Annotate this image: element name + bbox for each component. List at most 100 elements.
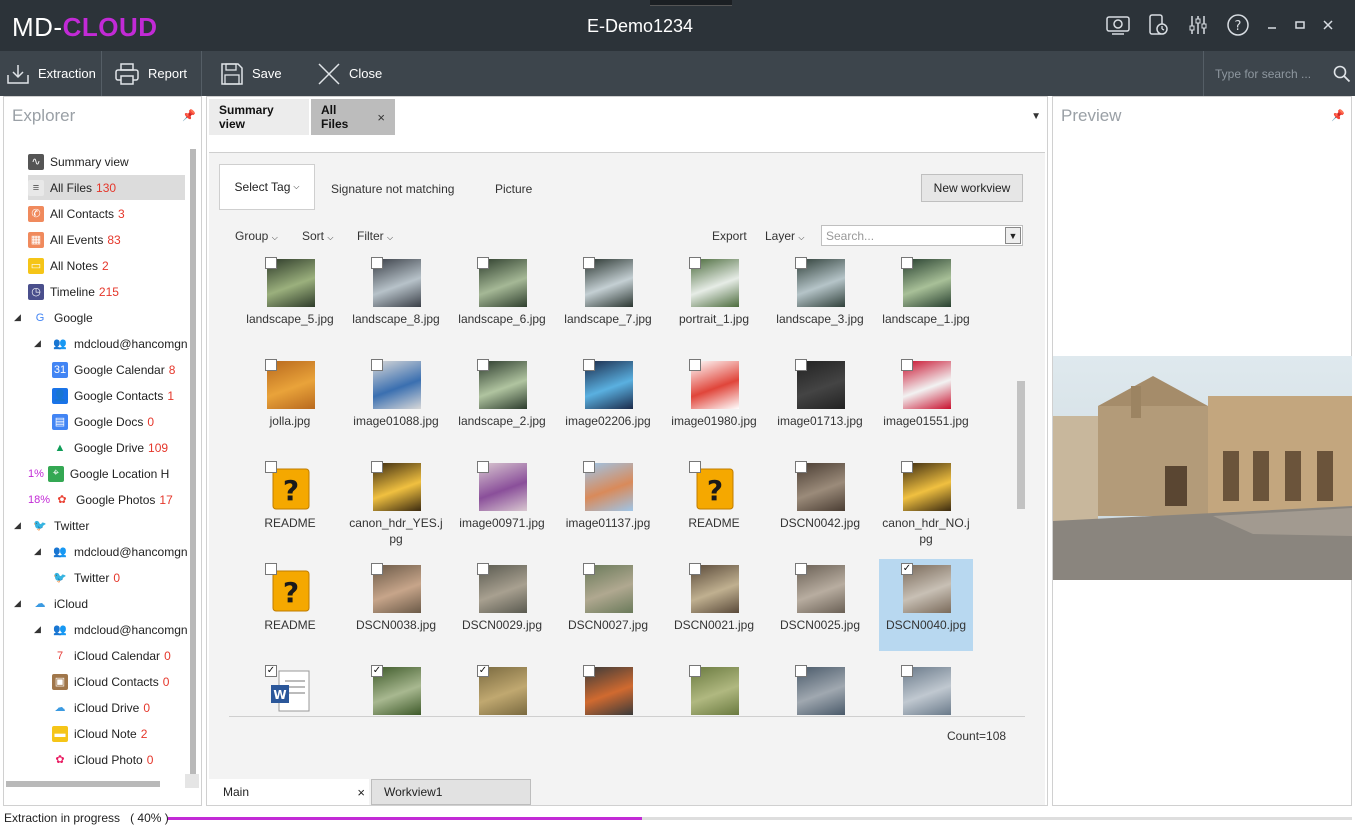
new-workview-button[interactable]: New workview <box>921 174 1023 202</box>
file-thumbnail[interactable]: DSCN0038.jpg <box>349 559 443 651</box>
file-thumbnail[interactable]: DSCN0029.jpg <box>455 559 549 651</box>
sidebar-item-icloud-drive[interactable]: ☁ iCloud Drive 0 <box>52 695 190 720</box>
file-thumbnail[interactable]: image01088.jpg <box>349 355 443 447</box>
select-tag-dropdown[interactable]: Select Tag ⌵ <box>219 164 315 210</box>
select-checkbox[interactable] <box>371 563 383 575</box>
file-thumbnail[interactable]: landscape_7.jpg <box>561 253 655 345</box>
close-icon[interactable] <box>1321 12 1335 38</box>
tab-summary-view[interactable]: Summary view <box>209 99 309 135</box>
device-clock-icon[interactable] <box>1145 12 1171 38</box>
export-button[interactable]: Export <box>712 229 747 243</box>
file-thumbnail[interactable]: image01137.jpg <box>561 457 655 549</box>
chevron-down-icon[interactable]: ▼ <box>1005 227 1021 244</box>
file-thumbnail[interactable]: DSCN0042.jpg <box>773 457 867 549</box>
file-thumbnail[interactable]: ? README <box>243 559 337 651</box>
file-thumbnail[interactable]: image00971.jpg <box>455 457 549 549</box>
select-checkbox[interactable] <box>583 359 595 371</box>
sidebar-item-google-photos[interactable]: 18% ✿ Google Photos 17 <box>28 487 190 512</box>
select-checkbox[interactable] <box>265 257 277 269</box>
select-checkbox[interactable] <box>371 359 383 371</box>
tabs-dropdown-icon[interactable]: ▼ <box>1031 111 1041 122</box>
sidebar-item-google[interactable]: ◢ G Google <box>14 305 190 330</box>
select-checkbox[interactable]: ✓ <box>265 665 277 677</box>
extraction-button[interactable]: Extraction <box>6 51 96 96</box>
file-thumbnail[interactable]: portrait_1.jpg <box>667 253 761 345</box>
sidebar-item-google-drive[interactable]: ▲ Google Drive 109 <box>52 435 190 460</box>
tab-all-files[interactable]: All Files × <box>311 99 395 135</box>
group-dropdown[interactable]: Group ⌵ <box>235 229 278 243</box>
select-checkbox[interactable] <box>901 461 913 473</box>
select-checkbox[interactable] <box>265 563 277 575</box>
file-thumbnail[interactable]: image02206.jpg <box>561 355 655 447</box>
file-thumbnail[interactable]: landscape_5.jpg <box>243 253 337 345</box>
select-checkbox[interactable] <box>689 563 701 575</box>
tab-close-icon[interactable]: × <box>377 110 385 125</box>
select-checkbox[interactable] <box>477 257 489 269</box>
file-thumbnail[interactable]: ? README <box>667 457 761 549</box>
drag-grip[interactable] <box>650 0 732 6</box>
select-checkbox[interactable] <box>477 461 489 473</box>
explorer-horizontal-scrollbar[interactable] <box>6 781 160 787</box>
file-thumbnail[interactable]: image01551.jpg <box>879 355 973 447</box>
tab-main[interactable]: Main × <box>209 779 369 805</box>
select-checkbox[interactable] <box>689 665 701 677</box>
grid-vertical-scrollbar[interactable] <box>1017 381 1025 509</box>
select-checkbox[interactable] <box>477 563 489 575</box>
sidebar-item-mdcloud-hancomgn[interactable]: ◢ 👥 mdcloud@hancomgn <box>34 617 190 642</box>
select-checkbox[interactable] <box>795 359 807 371</box>
search-icon[interactable] <box>1333 65 1351 83</box>
sidebar-item-icloud[interactable]: ◢ ☁ iCloud <box>14 591 190 616</box>
file-thumbnail[interactable]: landscape_3.jpg <box>773 253 867 345</box>
file-thumbnail[interactable]: landscape_6.jpg <box>455 253 549 345</box>
sidebar-item-all-events[interactable]: ▦ All Events 83 <box>28 227 190 252</box>
sidebar-item-icloud-photo[interactable]: ✿ iCloud Photo 0 <box>52 747 190 769</box>
select-checkbox[interactable] <box>795 461 807 473</box>
sidebar-item-google-location-h[interactable]: 1% ⌖ Google Location H <box>28 461 190 486</box>
layer-dropdown[interactable]: Layer ⌵ <box>765 229 804 243</box>
report-button[interactable]: Report <box>114 51 187 96</box>
select-checkbox[interactable] <box>583 461 595 473</box>
sidebar-item-all-notes[interactable]: ▭ All Notes 2 <box>28 253 190 278</box>
file-thumbnail[interactable]: ? README <box>243 457 337 549</box>
file-thumbnail[interactable] <box>773 661 867 716</box>
file-thumbnail[interactable]: ✓ <box>455 661 549 716</box>
sidebar-item-all-contacts[interactable]: ✆ All Contacts 3 <box>28 201 190 226</box>
file-thumbnail[interactable]: jolla.jpg <box>243 355 337 447</box>
save-button[interactable]: Save <box>220 51 282 96</box>
expand-toggle-icon[interactable]: ◢ <box>14 598 26 609</box>
select-checkbox[interactable] <box>583 257 595 269</box>
sidebar-item-mdcloud-hancomgn[interactable]: ◢ 👥 mdcloud@hancomgn <box>34 331 190 356</box>
explorer-vertical-scrollbar[interactable] <box>190 149 196 775</box>
file-thumbnail[interactable]: landscape_8.jpg <box>349 253 443 345</box>
file-thumbnail[interactable]: DSCN0027.jpg <box>561 559 655 651</box>
select-checkbox[interactable] <box>689 461 701 473</box>
help-icon[interactable]: ? <box>1225 12 1251 38</box>
select-checkbox[interactable] <box>795 257 807 269</box>
expand-toggle-icon[interactable]: ◢ <box>34 338 46 349</box>
file-thumbnail[interactable]: landscape_1.jpg <box>879 253 973 345</box>
file-thumbnail[interactable]: image01713.jpg <box>773 355 867 447</box>
select-checkbox[interactable] <box>689 257 701 269</box>
sidebar-item-icloud-calendar[interactable]: 7 iCloud Calendar 0 <box>52 643 190 668</box>
file-thumbnail[interactable]: ✓ DSCN0040.jpg <box>879 559 973 651</box>
select-checkbox[interactable]: ✓ <box>371 665 383 677</box>
select-checkbox[interactable] <box>265 359 277 371</box>
sidebar-item-icloud-note[interactable]: ▬ iCloud Note 2 <box>52 721 190 746</box>
select-checkbox[interactable] <box>795 563 807 575</box>
file-thumbnail[interactable] <box>561 661 655 716</box>
sliders-icon[interactable] <box>1185 12 1211 38</box>
minimize-icon[interactable] <box>1265 12 1279 38</box>
file-thumbnail[interactable]: landscape_2.jpg <box>455 355 549 447</box>
tab-workview1[interactable]: Workview1 <box>371 779 531 805</box>
sidebar-item-summary-view[interactable]: ∿ Summary view <box>28 149 190 174</box>
select-checkbox[interactable] <box>901 665 913 677</box>
tag-picture[interactable]: Picture <box>495 182 532 196</box>
camera-icon[interactable] <box>1105 12 1131 38</box>
file-thumbnail[interactable] <box>879 661 973 716</box>
grid-search-input[interactable] <box>822 226 1002 245</box>
select-checkbox[interactable] <box>371 257 383 269</box>
pin-icon[interactable]: 📌 <box>182 109 196 122</box>
select-checkbox[interactable]: ✓ <box>901 563 913 575</box>
file-thumbnail[interactable]: canon_hdr_NO.jpg <box>879 457 973 549</box>
maximize-icon[interactable] <box>1293 12 1307 38</box>
